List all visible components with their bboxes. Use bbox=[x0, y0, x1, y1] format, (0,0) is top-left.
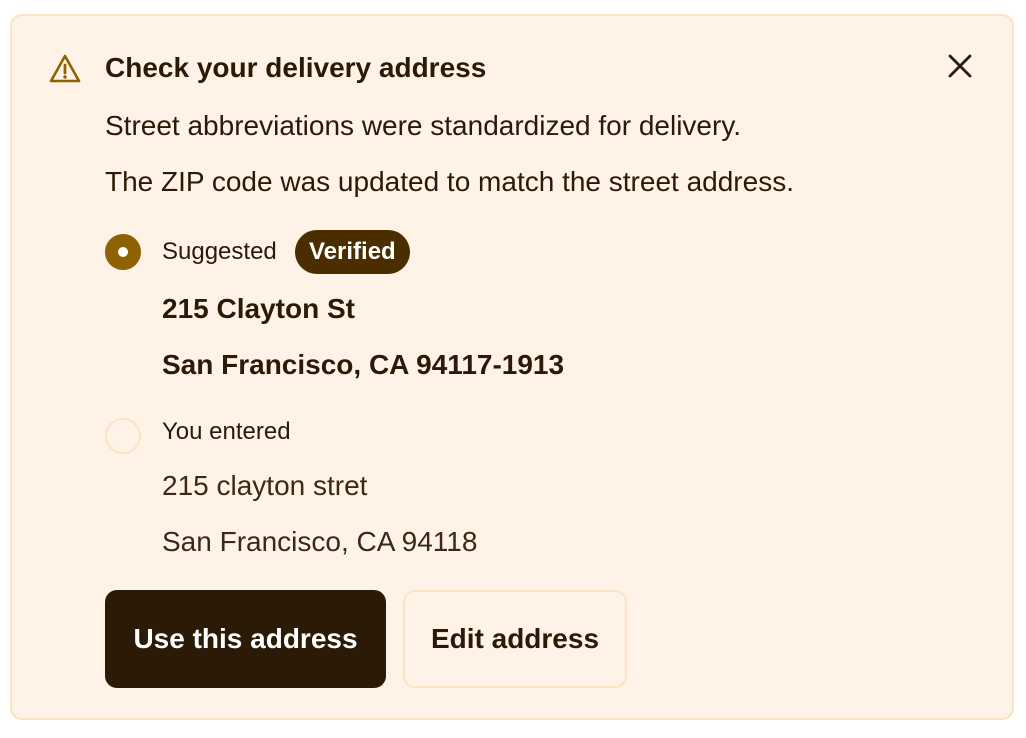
suggested-address-radio[interactable] bbox=[105, 234, 141, 270]
entered-address-radio[interactable] bbox=[105, 418, 141, 454]
entered-address-line2: San Francisco, CA 94118 bbox=[162, 526, 478, 557]
close-button[interactable] bbox=[944, 52, 976, 84]
entered-address-line1: 215 clayton stret bbox=[162, 470, 368, 501]
info-message: The ZIP code was updated to match the st… bbox=[105, 166, 794, 197]
suggested-option-label[interactable]: Suggested bbox=[162, 237, 277, 267]
info-message: Street abbreviations were standardized f… bbox=[105, 110, 742, 141]
suggested-address-line1: 215 Clayton St bbox=[162, 293, 355, 324]
entered-option-label[interactable]: You entered bbox=[162, 417, 291, 447]
verified-badge: Verified bbox=[295, 230, 410, 274]
suggested-address-line2: San Francisco, CA 94117-1913 bbox=[162, 349, 565, 380]
dialog-title: Check your delivery address bbox=[105, 52, 487, 83]
warning-triangle-icon bbox=[49, 53, 81, 85]
close-icon bbox=[946, 52, 974, 85]
address-verification-card: Check your delivery address Street abbre… bbox=[10, 14, 1014, 720]
use-this-address-button[interactable]: Use this address bbox=[105, 590, 386, 688]
edit-address-button[interactable]: Edit address bbox=[403, 590, 627, 688]
